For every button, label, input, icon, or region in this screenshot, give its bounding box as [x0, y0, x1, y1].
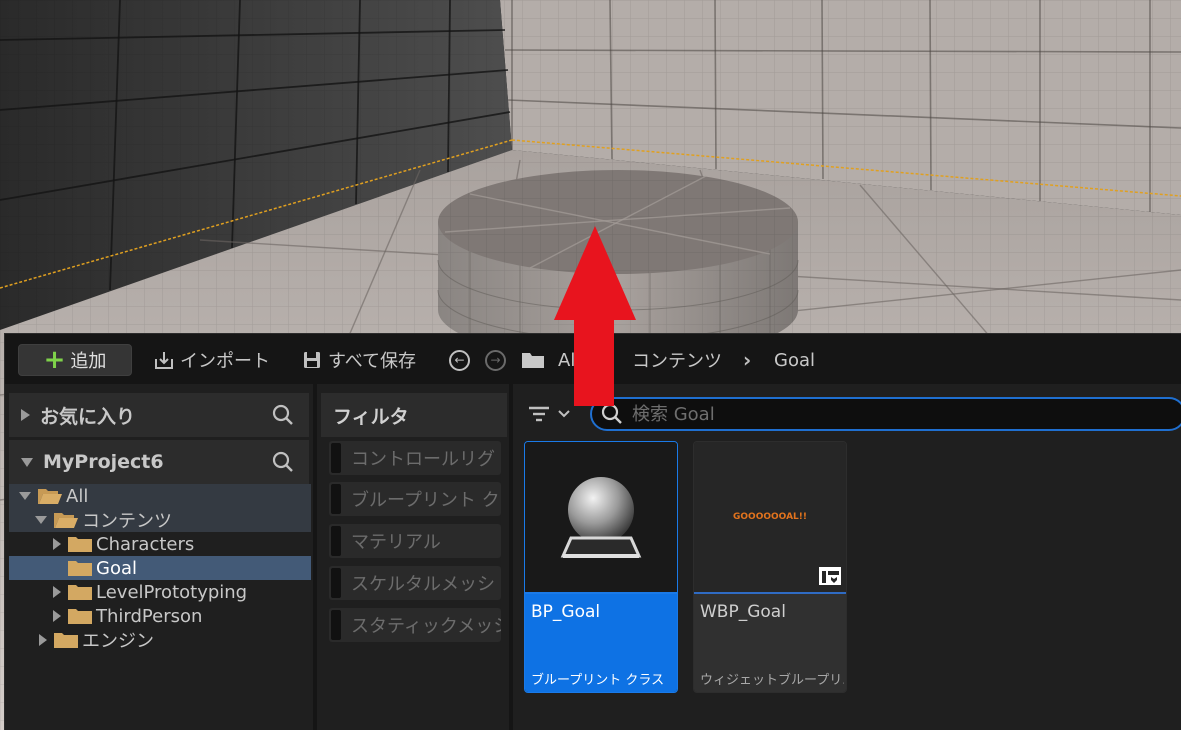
- filter-label: ブループリント ク: [351, 490, 500, 511]
- tree-item-label: LevelPrototyping: [96, 581, 248, 603]
- folder-browse-button[interactable]: [520, 344, 546, 376]
- add-label: 追加: [70, 351, 107, 372]
- tree-item-levelprototyping[interactable]: LevelPrototyping: [9, 580, 311, 604]
- expand-icon: [39, 634, 47, 646]
- save-icon: [304, 352, 320, 368]
- forward-button[interactable]: →: [485, 344, 506, 376]
- breadcrumb-separator-icon: ›: [743, 348, 752, 372]
- asset-thumbnail: GOOOOOOAL!!: [694, 442, 846, 592]
- tree-item-characters[interactable]: Characters: [9, 532, 311, 556]
- asset-name: WBP_Goal: [700, 602, 786, 622]
- project-header[interactable]: MyProject6: [9, 440, 309, 484]
- filter-panel: フィルタ コントロールリグ ブループリント ク マテリアル スケルタルメッシ ス…: [317, 384, 509, 730]
- tree-item-label: All: [66, 485, 89, 507]
- asset-tile-bp-goal[interactable]: BP_Goal ブループリント クラス: [524, 441, 678, 693]
- arrow-left-icon: ←: [449, 349, 470, 371]
- tree-item-label: ThirdPerson: [96, 605, 203, 627]
- search-icon[interactable]: [271, 450, 295, 474]
- open-folder-icon: [38, 489, 62, 504]
- tree-item-goal[interactable]: Goal: [9, 556, 311, 580]
- back-button[interactable]: ←: [449, 344, 470, 376]
- folder-icon: [68, 561, 92, 576]
- asset-type: ウィジェットブループリ...: [700, 673, 844, 688]
- asset-info: WBP_Goal ウィジェットブループリ...: [694, 594, 846, 692]
- tree-item-label: Characters: [96, 533, 195, 555]
- save-all-button[interactable]: すべて保存: [301, 344, 416, 376]
- asset-info: BP_Goal ブループリント クラス: [525, 594, 677, 692]
- filter-skeletal-mesh[interactable]: スケルタルメッシ: [329, 566, 501, 600]
- project-label: MyProject6: [43, 451, 164, 473]
- tree-item-label: エンジン: [82, 631, 154, 652]
- widget-preview-text: GOOOOOOAL!!: [733, 512, 807, 522]
- filter-header: フィルタ: [321, 393, 507, 437]
- folder-icon: [68, 585, 92, 600]
- import-button[interactable]: インポート: [153, 344, 270, 376]
- tree-item-contents[interactable]: コンテンツ: [9, 508, 311, 532]
- filter-control-rig[interactable]: コントロールリグ: [329, 441, 501, 475]
- breadcrumb-contents-label: コンテンツ: [632, 351, 722, 372]
- save-all-label: すべて保存: [328, 351, 417, 372]
- tree-item-engine[interactable]: エンジン: [9, 628, 311, 652]
- folder-tree: All コンテンツ Characters Goal LevelPrototypi…: [9, 484, 311, 652]
- filter-label: スタティックメッシ: [351, 616, 501, 637]
- collapse-icon: [19, 492, 31, 500]
- filter-title: フィルタ: [333, 405, 409, 428]
- blueprint-sphere-icon: [560, 477, 642, 558]
- sources-panel: お気に入り MyProject6 All コンテンツ Characters Go…: [5, 384, 313, 730]
- tree-item-label: Goal: [96, 557, 137, 579]
- filter-label: コントロールリグ: [351, 449, 495, 470]
- widget-blueprint-icon: [819, 567, 841, 585]
- filter-static-mesh[interactable]: スタティックメッシ: [329, 608, 501, 642]
- folder-icon: [68, 609, 92, 624]
- collapse-icon: [21, 457, 33, 467]
- breadcrumb-contents[interactable]: コンテンツ: [632, 344, 722, 376]
- tree-item-label: コンテンツ: [82, 511, 172, 532]
- filter-label: マテリアル: [351, 532, 441, 553]
- favorites-header[interactable]: お気に入り: [9, 393, 309, 437]
- filter-icon: [529, 406, 549, 422]
- filter-label: スケルタルメッシ: [351, 574, 495, 595]
- open-folder-icon: [54, 513, 78, 528]
- chevron-down-icon: [558, 410, 570, 418]
- filter-checkbox[interactable]: [331, 568, 341, 598]
- breadcrumb-goal-label: Goal: [774, 349, 815, 371]
- asset-type: ブループリント クラス: [531, 673, 665, 688]
- filter-checkbox[interactable]: [331, 526, 341, 556]
- expand-icon: [53, 538, 61, 550]
- collapse-icon: [35, 516, 47, 524]
- search-icon[interactable]: [271, 403, 295, 427]
- filter-checkbox[interactable]: [331, 484, 341, 514]
- breadcrumb-goal[interactable]: Goal: [774, 344, 815, 376]
- favorites-label: お気に入り: [40, 405, 136, 428]
- folder-icon: [54, 633, 78, 648]
- expand-icon: [21, 409, 30, 421]
- asset-name: BP_Goal: [531, 602, 601, 622]
- expand-icon: [53, 610, 61, 622]
- plus-icon: +: [43, 345, 66, 375]
- asset-thumbnail: [525, 442, 677, 592]
- annotation-arrow-icon: [554, 226, 636, 406]
- asset-view: BP_Goal ブループリント クラス GOOOOOOAL!! WBP_Goal…: [513, 384, 1181, 730]
- filter-blueprint-class[interactable]: ブループリント ク: [329, 482, 501, 516]
- filter-checkbox[interactable]: [331, 610, 341, 640]
- asset-search[interactable]: [590, 397, 1181, 431]
- arrow-right-icon: →: [485, 349, 506, 371]
- tree-item-thirdperson[interactable]: ThirdPerson: [9, 604, 311, 628]
- search-input[interactable]: [632, 403, 1172, 425]
- import-label: インポート: [180, 351, 270, 372]
- add-button[interactable]: + 追加: [18, 344, 132, 376]
- asset-tile-wbp-goal[interactable]: GOOOOOOAL!! WBP_Goal ウィジェットブループリ...: [693, 441, 847, 693]
- filter-material[interactable]: マテリアル: [329, 524, 501, 558]
- import-icon: [155, 352, 173, 369]
- expand-icon: [53, 586, 61, 598]
- tree-item-all[interactable]: All: [9, 484, 311, 508]
- filter-checkbox[interactable]: [331, 443, 341, 473]
- folder-icon: [68, 537, 92, 552]
- folder-icon: [522, 353, 544, 368]
